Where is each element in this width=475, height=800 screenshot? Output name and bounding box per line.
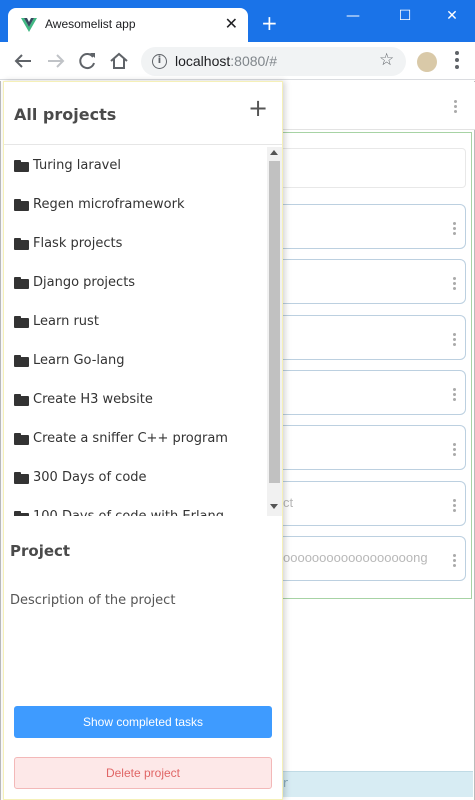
project-list-item[interactable]: Regen microframework bbox=[4, 186, 267, 225]
new-tab-icon[interactable]: + bbox=[261, 13, 278, 33]
folder-icon bbox=[14, 433, 29, 445]
task-panel bbox=[283, 132, 472, 599]
project-list-item[interactable]: Learn Go-lang bbox=[4, 342, 267, 381]
footer-text: r bbox=[283, 776, 288, 790]
task-menu-icon[interactable] bbox=[453, 277, 456, 292]
delete-project-button[interactable]: Delete project bbox=[14, 757, 272, 789]
project-list-item[interactable]: Django projects bbox=[4, 264, 267, 303]
add-project-icon[interactable]: + bbox=[246, 96, 270, 120]
app-footer: r bbox=[283, 771, 473, 797]
folder-icon bbox=[14, 238, 29, 250]
project-list-item[interactable]: 300 Days of code bbox=[4, 459, 267, 498]
url-input[interactable]: i localhost:8080/# ☆ bbox=[141, 47, 406, 76]
info-icon[interactable]: i bbox=[152, 54, 167, 69]
extension-icon[interactable] bbox=[417, 52, 437, 72]
window-close-icon[interactable]: ✕ bbox=[440, 6, 464, 26]
browser-tab-bar: Awesomelist app ✕ + — ☐ ✕ bbox=[0, 0, 475, 42]
project-list-item[interactable]: Learn rust bbox=[4, 303, 267, 342]
drawer-header: All projects + bbox=[4, 82, 282, 145]
folder-icon bbox=[14, 355, 29, 367]
task-text: ct bbox=[283, 495, 294, 510]
folder-icon bbox=[14, 199, 29, 211]
project-label: 300 Days of code bbox=[33, 470, 147, 485]
task-menu-icon[interactable] bbox=[453, 388, 456, 403]
project-label: Create a sniffer C++ program bbox=[33, 431, 228, 446]
task-row[interactable] bbox=[283, 259, 466, 304]
project-list-item[interactable]: 100 Days of code with Erlang bbox=[4, 498, 267, 516]
project-label: Create H3 website bbox=[33, 392, 153, 407]
project-list-item[interactable]: Create a sniffer C++ program bbox=[4, 420, 267, 459]
project-list-scrollbar[interactable] bbox=[267, 147, 282, 516]
project-label: Flask projects bbox=[33, 236, 123, 251]
project-list-item[interactable]: Create H3 website bbox=[4, 381, 267, 420]
address-bar: i localhost:8080/# ☆ bbox=[0, 42, 475, 80]
task-menu-icon[interactable] bbox=[453, 222, 456, 237]
folder-icon bbox=[14, 511, 29, 516]
scroll-thumb[interactable] bbox=[269, 161, 280, 483]
drawer-title: All projects bbox=[14, 105, 117, 124]
project-label: Learn Go-lang bbox=[33, 353, 125, 368]
reload-icon[interactable] bbox=[77, 51, 99, 71]
folder-icon bbox=[14, 316, 29, 328]
task-menu-icon[interactable] bbox=[453, 443, 456, 458]
back-icon[interactable] bbox=[12, 51, 34, 71]
task-row[interactable]: oooooooooooooooooong bbox=[283, 536, 466, 581]
project-label: Regen microframework bbox=[33, 197, 185, 212]
browser-menu-icon[interactable] bbox=[455, 51, 459, 71]
task-row[interactable]: ct bbox=[283, 481, 466, 526]
project-list: Turing laravel Regen microframework Flask … bbox=[4, 147, 267, 516]
task-row[interactable] bbox=[283, 370, 466, 415]
app-menu-kebab-icon[interactable] bbox=[454, 100, 458, 115]
task-row[interactable] bbox=[283, 204, 466, 249]
url-text: localhost:8080/# bbox=[175, 53, 277, 69]
task-menu-icon[interactable] bbox=[453, 499, 456, 514]
folder-icon bbox=[14, 394, 29, 406]
show-completed-tasks-button[interactable]: Show completed tasks bbox=[14, 706, 272, 738]
task-row[interactable] bbox=[283, 425, 466, 470]
task-row[interactable] bbox=[283, 315, 466, 360]
task-text: oooooooooooooooooong bbox=[283, 550, 428, 565]
maximize-icon[interactable]: ☐ bbox=[393, 6, 417, 26]
folder-icon bbox=[14, 277, 29, 289]
task-menu-icon[interactable] bbox=[453, 554, 456, 569]
folder-icon bbox=[14, 160, 29, 172]
project-list-item[interactable]: Turing laravel bbox=[4, 147, 267, 186]
tab-close-icon[interactable]: ✕ bbox=[225, 15, 238, 33]
project-label: 100 Days of code with Erlang bbox=[33, 509, 224, 516]
project-label: Turing laravel bbox=[33, 158, 121, 173]
bookmark-star-icon[interactable]: ☆ bbox=[379, 50, 394, 70]
projects-drawer: All projects + Turing laravel Regen micro… bbox=[3, 81, 283, 800]
tab-title: Awesomelist app bbox=[45, 17, 136, 31]
folder-icon bbox=[14, 472, 29, 484]
project-list-item[interactable]: Flask projects bbox=[4, 225, 267, 264]
project-detail-description: Description of the project bbox=[10, 593, 176, 608]
project-label: Django projects bbox=[33, 275, 136, 290]
app-topbar bbox=[283, 82, 475, 130]
minimize-icon[interactable]: — bbox=[341, 6, 365, 26]
new-task-input[interactable] bbox=[283, 148, 466, 188]
home-icon[interactable] bbox=[108, 51, 130, 71]
project-label: Learn rust bbox=[33, 314, 99, 329]
scroll-up-icon[interactable] bbox=[270, 150, 278, 155]
vue-logo-icon bbox=[21, 18, 37, 32]
browser-tab[interactable]: Awesomelist app ✕ bbox=[8, 8, 248, 42]
task-menu-icon[interactable] bbox=[453, 333, 456, 348]
forward-icon[interactable] bbox=[45, 51, 67, 71]
scroll-down-icon[interactable] bbox=[270, 504, 278, 509]
project-detail-title: Project bbox=[10, 542, 71, 560]
